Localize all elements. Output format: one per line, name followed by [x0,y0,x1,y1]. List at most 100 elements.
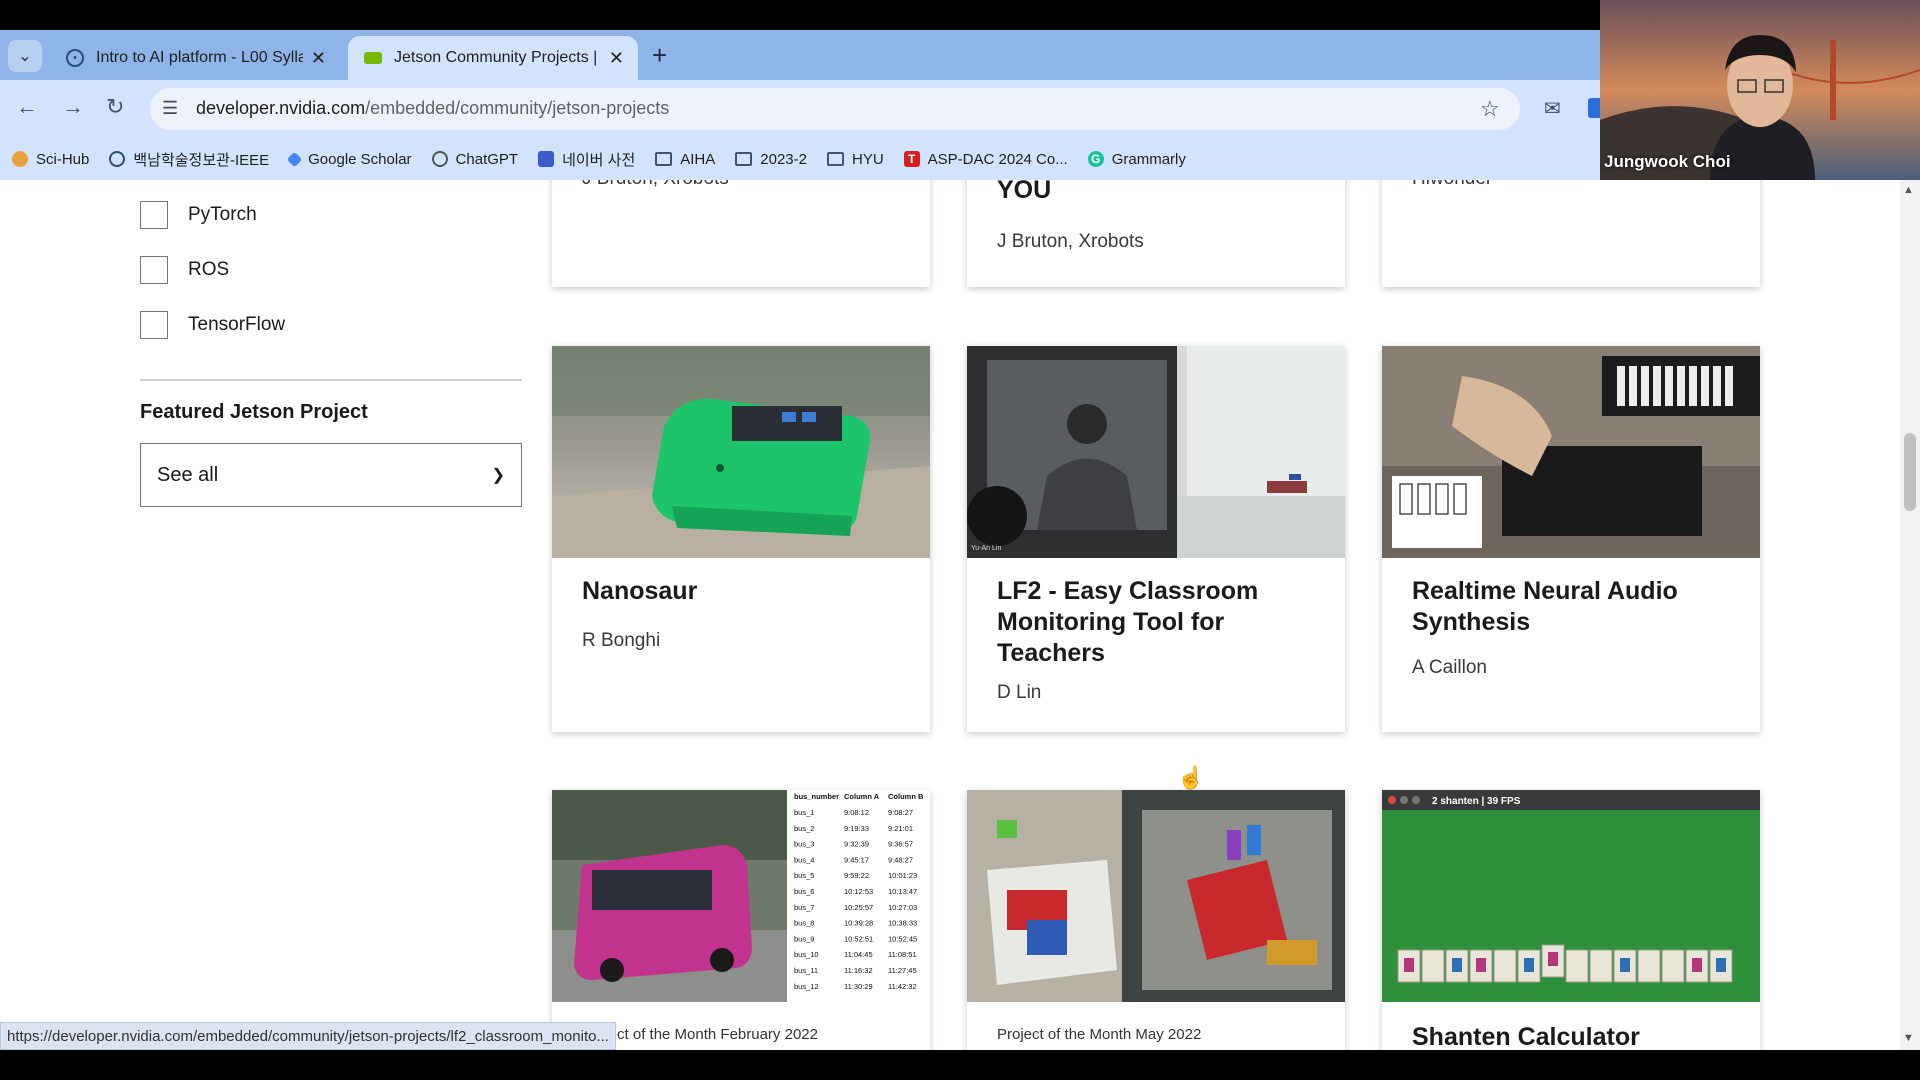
site-settings-icon[interactable]: ☰ [162,98,178,119]
card-title[interactable]: Shanten Calculator [1412,1022,1742,1050]
card-thumbnail[interactable] [967,790,1345,1002]
bus-table-cell: 9:08:27 [888,808,913,817]
card-tag: Project of the Month February 2022 [582,1026,818,1043]
bookmark-scihub[interactable]: Sci-Hub [12,151,89,168]
bus-table-cell: bus_5 [794,871,814,880]
project-card[interactable]: Cameraman Robot Follows YOU J Bruton, Xr… [967,180,1345,287]
bookmark-folder-2023-2[interactable]: 2023-2 [735,151,807,168]
tab-search-button[interactable]: ⌄ [8,40,42,72]
card-thumbnail[interactable] [1382,346,1760,558]
tab-intro-ai[interactable]: • Intro to AI platform - L00 Sylla ✕ [50,36,340,80]
webcam-overlay: Jungwook Choi [1600,0,1920,180]
project-card-bus[interactable]: bus_number Column A Column B bus_1 9:08:12 9:… [552,790,930,1050]
bus-table-cell: 9:21:01 [888,824,913,833]
page-scrollbar[interactable] [1900,180,1920,1050]
bus-table-cell: bus_10 [794,950,819,959]
card-title[interactable]: Realtime Neural Audio Synthesis [1412,576,1742,638]
bookmark-grammarly[interactable]: G Grammarly [1087,151,1186,168]
card-title[interactable]: LF2 - Easy Classroom Monitoring Tool for… [997,576,1327,669]
card-author: D Lin [997,682,1042,703]
bookmark-aspdac[interactable]: T ASP-DAC 2024 Co... [903,151,1068,168]
aspdac-icon: T [903,151,920,167]
card-author: Hiwonder [1412,180,1492,190]
scholar-icon [286,151,303,167]
bus-table-cell: 11:04:45 [844,950,873,959]
bus-table-cell: 10:12:53 [844,887,873,896]
project-card[interactable]: Hiwonder [1382,180,1760,287]
close-icon[interactable]: ✕ [609,48,624,69]
project-card[interactable]: J Bruton, Xrobots [552,180,930,287]
bookmark-folder-hyu[interactable]: HYU [826,150,884,168]
thumbnail-caption: Yu-An Lin [971,545,1001,552]
new-tab-button[interactable]: + [652,40,667,71]
nanosaur-robot-image [552,346,930,558]
card-author: J Bruton, Xrobots [997,231,1144,252]
bus-table-header: Column A [844,792,880,801]
project-card-lf2[interactable]: Yu-An Lin LF2 - Easy Classroom Monitorin… [967,346,1345,732]
card-title[interactable]: Cameraman Robot Follows YOU [997,180,1327,206]
checkbox[interactable] [140,256,168,284]
card-thumbnail[interactable]: 2 shanten | 39 FPS [1382,790,1760,1002]
bookmark-label: Google Scholar [308,150,412,168]
bookmark-label: 2023-2 [760,150,807,168]
project-card-jetson-box[interactable]: Project of the Month May 2022 [967,790,1345,1050]
select-value: See all [157,463,219,486]
card-thumbnail[interactable]: bus_number Column A Column B bus_1 9:08:12 9:… [552,790,930,1002]
scroll-down-arrow-icon[interactable]: ▼ [1903,1032,1914,1044]
url-text[interactable]: developer.nvidia.com/embedded/community/… [196,98,669,119]
tab-jetson-projects[interactable]: Jetson Community Projects | N ✕ [348,36,638,80]
bus-table-cell: 10:52:51 [844,934,873,943]
project-card-neural-audio[interactable]: Realtime Neural Audio Synthesis A Caillo… [1382,346,1760,732]
link-status-bubble: https://developer.nvidia.com/embedded/co… [0,1022,616,1050]
card-thumbnail[interactable]: Yu-An Lin [967,346,1345,558]
card-thumbnail[interactable] [552,346,930,558]
mouse-cursor-icon: ☝ [1177,765,1205,790]
filter-ros[interactable]: ROS [140,256,229,284]
close-icon[interactable]: ✕ [311,48,326,69]
bookmark-label: AIHA [680,150,716,168]
filter-tensorflow[interactable]: TensorFlow [140,311,285,339]
bookmark-label: 네이버 사전 [562,151,636,169]
bookmark-label: ChatGPT [455,150,519,168]
mail-extension-icon[interactable]: ✉ [1544,96,1561,121]
bookmark-ieee[interactable]: 백남학술정보관-IEEE [109,149,269,170]
project-card-nanosaur[interactable]: Nanosaur R Bonghi [552,346,930,732]
forward-icon[interactable]: → [62,94,84,120]
bookmark-label: HYU [851,150,884,168]
card-title[interactable]: Nanosaur [582,576,912,607]
checkbox[interactable] [140,311,168,339]
project-card-shanten[interactable]: 2 shanten | 39 FPS Shanten Calculator [1382,790,1760,1050]
bookmark-scholar[interactable]: Google Scholar [286,150,412,168]
bus-tracking-image: bus_number Column A Column B bus_1 9:08:12 9:… [552,790,930,1002]
bus-table-cell: 11:08:51 [888,950,917,959]
bus-table-header: Column B [888,792,924,801]
card-author: A Caillon [1412,657,1487,678]
scrollbar-thumb[interactable] [1904,433,1916,511]
bookmark-naver-dict[interactable]: 네이버 사전 [538,149,635,170]
bookmark-folder-aiha[interactable]: AIHA [655,151,715,168]
screen-bottom-bar [0,1050,1920,1080]
reload-icon[interactable]: ↻ [106,94,124,120]
chevron-down-icon: ⌄ [18,48,32,65]
card-author: J Bruton, Xrobots [582,180,729,190]
classroom-monitor-image: Yu-An Lin [967,346,1345,558]
checkbox[interactable] [140,201,168,229]
chevron-down-icon: ❯ [491,467,505,484]
nvidia-logo-icon [364,52,382,64]
filter-pytorch[interactable]: PyTorch [140,201,257,229]
grammarly-icon: G [1087,151,1104,167]
thumbnail-caption: 2 shanten | 39 FPS [1432,796,1521,807]
chatgpt-icon [431,151,448,167]
participant-name: Jungwook Choi [1604,152,1731,171]
scroll-up-arrow-icon[interactable]: ▲ [1903,184,1914,196]
bus-table-cell: 9:19:33 [844,824,869,833]
url-domain: developer.nvidia.com [196,98,366,118]
globe-icon [109,151,126,167]
bookmark-chatgpt[interactable]: ChatGPT [431,150,519,168]
bus-table-cell: 9:32:39 [844,840,869,849]
featured-project-select[interactable]: See all ❯ [140,443,522,507]
filter-label: PyTorch [188,204,257,225]
bookmark-star-icon[interactable]: ☆ [1480,96,1500,122]
tab-title: Intro to AI platform - L00 Sylla [96,49,303,66]
back-icon[interactable]: ← [16,94,38,120]
